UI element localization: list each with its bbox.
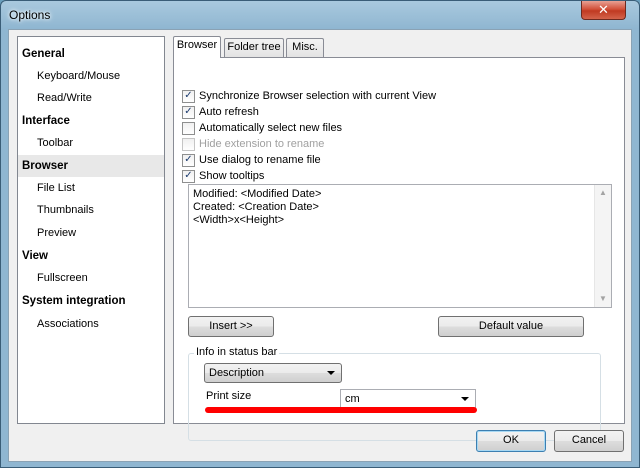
tooltip-template-line: <Width>x<Height> bbox=[193, 214, 285, 226]
window-title: Options bbox=[9, 8, 51, 22]
sidebar-item-toolbar[interactable]: Toolbar bbox=[18, 132, 164, 154]
tab-misc[interactable]: Misc. bbox=[286, 38, 324, 57]
sidebar-item-interface[interactable]: Interface bbox=[18, 110, 164, 132]
checkbox-label: Hide extension to rename bbox=[199, 138, 325, 150]
status-field-select-value: Description bbox=[209, 367, 265, 379]
sidebar-item-file-list[interactable]: File List bbox=[18, 177, 164, 199]
red-annotation-underline bbox=[205, 407, 477, 413]
print-size-label: Print size bbox=[206, 390, 252, 402]
checkbox-row[interactable]: ✓ Auto refresh bbox=[182, 104, 259, 120]
browser-tab-panel: ✓ Synchronize Browser selection with curr… bbox=[173, 57, 625, 441]
checkbox-unchecked-icon bbox=[182, 137, 195, 151]
sidebar-item-browser[interactable]: Browser bbox=[18, 155, 164, 177]
checkbox-label: Show tooltips bbox=[199, 170, 265, 182]
checkbox-checked-icon[interactable]: ✓ bbox=[182, 105, 195, 119]
sidebar-item-fullscreen[interactable]: Fullscreen bbox=[18, 267, 164, 289]
cancel-button[interactable]: Cancel bbox=[554, 430, 624, 452]
title-bar[interactable]: Options ✕ bbox=[1, 1, 639, 29]
checkbox-label: Automatically select new files bbox=[199, 122, 343, 134]
ok-button[interactable]: OK bbox=[476, 430, 546, 452]
checkbox-row: Hide extension to rename bbox=[182, 136, 324, 152]
checkbox-checked-icon[interactable]: ✓ bbox=[182, 89, 195, 103]
insert-button[interactable]: Insert >> bbox=[188, 316, 274, 337]
checkbox-row[interactable]: Automatically select new files bbox=[182, 120, 342, 136]
checkbox-label: Use dialog to rename file bbox=[199, 154, 321, 166]
sidebar-item-preview[interactable]: Preview bbox=[18, 222, 164, 244]
close-icon: ✕ bbox=[598, 2, 609, 18]
status-field-select[interactable]: Description bbox=[204, 363, 342, 383]
sidebar-item-keyboard-mouse[interactable]: Keyboard/Mouse bbox=[18, 65, 164, 87]
tooltip-template-text: Modified: <Modified Date> Created: <Creat… bbox=[193, 188, 607, 227]
sidebar-item-general[interactable]: General bbox=[18, 43, 164, 65]
print-size-select-value: cm bbox=[345, 393, 360, 405]
sidebar-item-thumbnails[interactable]: Thumbnails bbox=[18, 199, 164, 221]
checkbox-label: Auto refresh bbox=[199, 106, 259, 118]
dialog-client-area: General Keyboard/Mouse Read/Write Interface… bbox=[8, 29, 632, 462]
scroll-down-icon[interactable]: ▼ bbox=[595, 291, 611, 307]
chevron-down-icon bbox=[327, 371, 335, 375]
options-dialog: Options ✕ General Keyboard/Mouse Read/Writ… bbox=[0, 0, 640, 468]
close-button[interactable]: ✕ bbox=[581, 1, 626, 20]
sidebar-item-associations[interactable]: Associations bbox=[18, 313, 164, 335]
checkbox-row[interactable]: ✓ Use dialog to rename file bbox=[182, 152, 321, 168]
checkbox-checked-icon[interactable]: ✓ bbox=[182, 169, 195, 183]
checkbox-label: Synchronize Browser selection with curre… bbox=[199, 90, 437, 102]
checkbox-unchecked-icon[interactable] bbox=[182, 121, 195, 135]
sidebar-item-system-integration[interactable]: System integration bbox=[18, 290, 164, 312]
sidebar-item-view[interactable]: View bbox=[18, 245, 164, 267]
tooltip-template-line: Modified: <Modified Date> bbox=[193, 188, 322, 200]
tooltip-template-line: Created: <Creation Date> bbox=[193, 201, 319, 213]
tooltip-template-textarea[interactable]: Modified: <Modified Date> Created: <Creat… bbox=[188, 184, 612, 308]
scroll-up-icon[interactable]: ▲ bbox=[595, 185, 611, 201]
checkbox-checked-icon[interactable]: ✓ bbox=[182, 153, 195, 167]
status-bar-group-label: Info in status bar bbox=[194, 346, 280, 358]
checkbox-row[interactable]: ✓ Synchronize Browser selection with curr… bbox=[182, 88, 436, 104]
print-size-select[interactable]: cm bbox=[340, 389, 476, 409]
checkbox-row[interactable]: ✓ Show tooltips bbox=[182, 168, 264, 184]
sidebar-item-read-write[interactable]: Read/Write bbox=[18, 87, 164, 109]
vertical-scrollbar[interactable]: ▲ ▼ bbox=[594, 185, 611, 307]
tab-browser[interactable]: Browser bbox=[173, 36, 221, 58]
default-value-button[interactable]: Default value bbox=[438, 316, 584, 337]
tab-folder-tree[interactable]: Folder tree bbox=[224, 38, 284, 57]
chevron-down-icon bbox=[461, 397, 469, 401]
category-list[interactable]: General Keyboard/Mouse Read/Write Interface… bbox=[17, 36, 165, 424]
